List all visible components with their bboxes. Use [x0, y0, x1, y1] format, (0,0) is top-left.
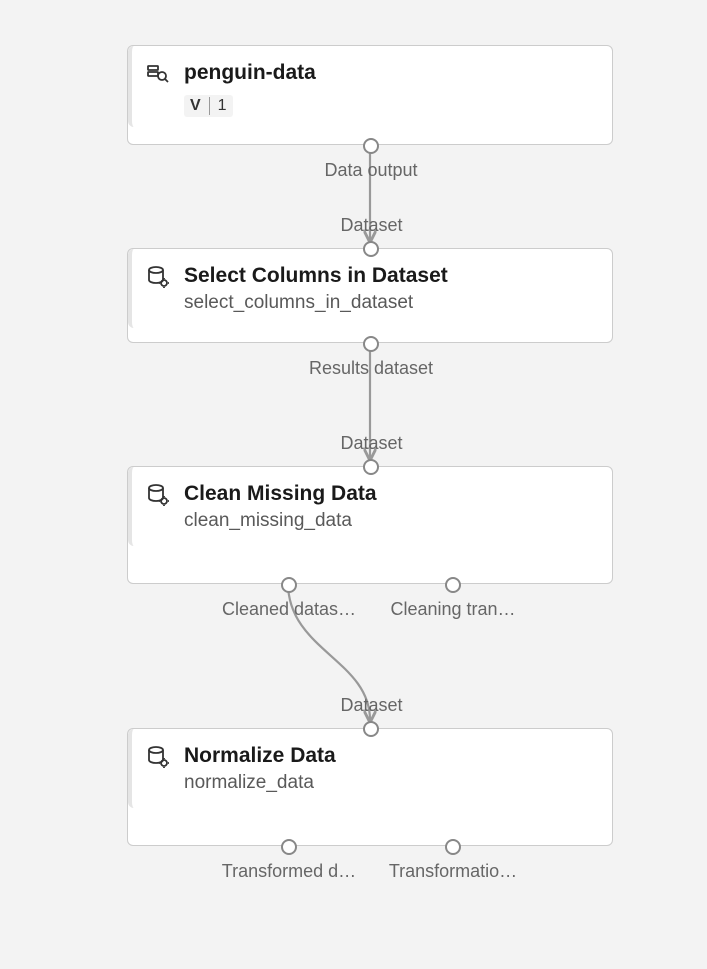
output-port-label: Data output: [324, 160, 417, 181]
output-port-2-label: Cleaning tran…: [390, 599, 515, 620]
input-port[interactable]: [363, 241, 379, 257]
node-subtitle: select_columns_in_dataset: [184, 292, 448, 314]
output-port-2[interactable]: [445, 839, 461, 855]
badge-label: V: [190, 97, 210, 115]
output-port-1-label: Transformed d…: [222, 861, 356, 882]
node-normalize-data[interactable]: Dataset Normalize Data normalize_data Tr…: [127, 728, 613, 846]
input-port[interactable]: [363, 459, 379, 475]
node-title: Select Columns in Dataset: [184, 263, 448, 288]
dataset-search-icon: [146, 62, 170, 86]
node-subtitle: normalize_data: [184, 772, 336, 794]
node-title: Normalize Data: [184, 743, 336, 768]
node-subtitle: clean_missing_data: [184, 510, 377, 532]
node-penguin-data[interactable]: penguin-data V 1 Data output: [127, 45, 613, 145]
input-port-label: Dataset: [340, 433, 402, 454]
version-badge: V 1: [184, 95, 233, 117]
db-gear-icon: [146, 265, 170, 289]
input-port-label: Dataset: [340, 215, 402, 236]
pipeline-canvas[interactable]: penguin-data V 1 Data output Dataset: [0, 0, 707, 969]
input-port[interactable]: [363, 721, 379, 737]
output-port-2-label: Transformatio…: [389, 861, 517, 882]
output-port-1[interactable]: [281, 577, 297, 593]
output-port[interactable]: [363, 336, 379, 352]
output-port-2[interactable]: [445, 577, 461, 593]
node-select-columns[interactable]: Dataset Select Columns in Dataset select…: [127, 248, 613, 343]
db-gear-icon: [146, 483, 170, 507]
output-port[interactable]: [363, 138, 379, 154]
output-port-label: Results dataset: [309, 358, 433, 379]
node-title: penguin-data: [184, 60, 316, 85]
node-clean-missing-data[interactable]: Dataset Clean Missing Data clean_missing…: [127, 466, 613, 584]
input-port-label: Dataset: [340, 695, 402, 716]
db-gear-icon: [146, 745, 170, 769]
badge-value: 1: [210, 97, 227, 115]
output-port-1[interactable]: [281, 839, 297, 855]
output-port-1-label: Cleaned datas…: [222, 599, 356, 620]
node-title: Clean Missing Data: [184, 481, 377, 506]
